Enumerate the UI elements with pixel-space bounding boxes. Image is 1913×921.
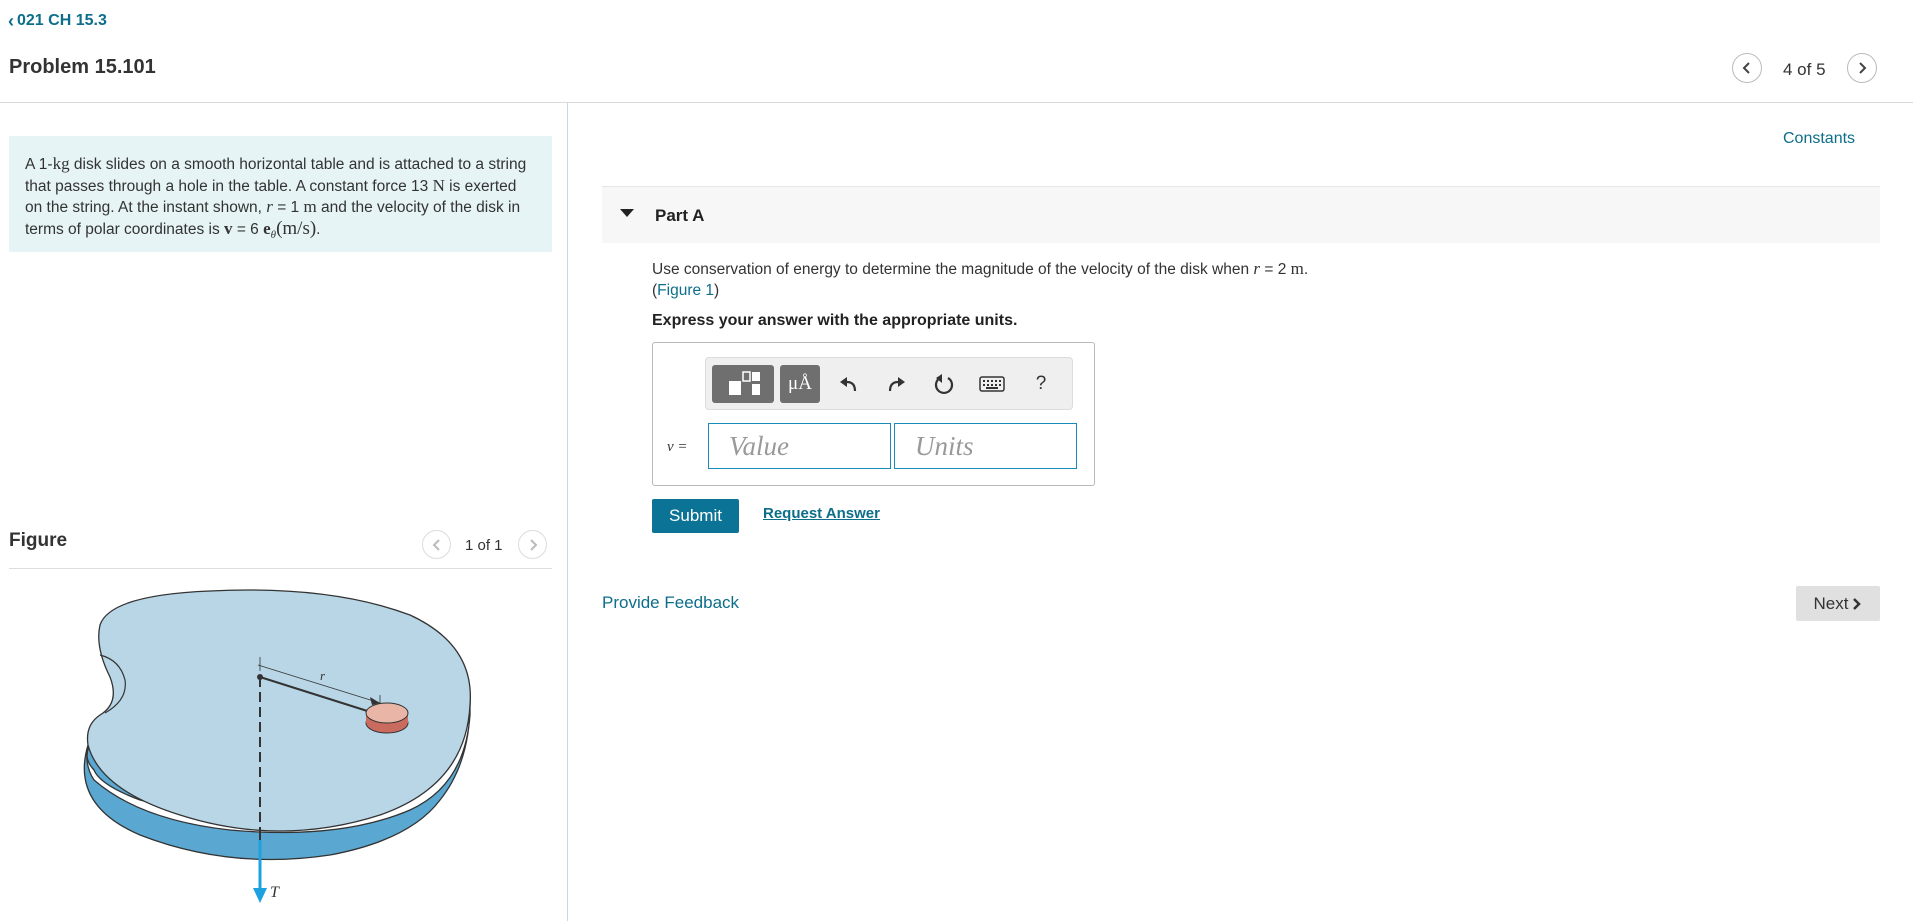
figure-next-button[interactable] (518, 530, 547, 559)
next-problem-button[interactable] (1847, 53, 1877, 83)
collapse-caret-icon (620, 209, 634, 217)
question-text: Use conservation of energy to determine … (652, 261, 1254, 278)
unit-vector-e: e (263, 218, 271, 238)
header-divider (0, 102, 1913, 103)
answer-variable-label: v = (667, 439, 688, 455)
reset-icon (934, 374, 954, 395)
breadcrumb-back-link[interactable]: ‹ 021 CH 15.3 (8, 12, 107, 30)
disk-top (365, 702, 409, 724)
part-a-question: Use conservation of energy to determine … (652, 258, 1308, 301)
keyboard-icon (979, 376, 1005, 392)
chevron-left-icon (432, 538, 440, 551)
disk-on-table-figure: T r (83, 589, 471, 903)
figure-heading: Figure (9, 530, 68, 551)
help-button[interactable]: ? (1028, 371, 1054, 397)
chevron-right-icon (1853, 597, 1862, 610)
chevron-left-icon: ‹ (8, 11, 14, 31)
problem-text: = 6 (232, 220, 264, 238)
next-button[interactable]: Next (1796, 586, 1880, 621)
force-label: T (270, 884, 280, 901)
figure-prev-button[interactable] (422, 530, 451, 559)
question-text: = 2 (1260, 261, 1291, 278)
units-input[interactable] (894, 423, 1077, 469)
variable-v: v (224, 218, 233, 238)
request-answer-link[interactable]: Request Answer (763, 505, 880, 522)
redo-icon (888, 377, 905, 392)
force-arrow-head (253, 888, 267, 903)
question-text: . (1303, 261, 1309, 278)
problem-text: A 1- (25, 156, 53, 173)
answer-instructions: Express your answer with the appropriate… (652, 312, 1018, 329)
units-button[interactable]: μÅ (780, 365, 820, 403)
provide-feedback-link[interactable]: Provide Feedback (602, 593, 739, 613)
undo-button[interactable] (836, 371, 862, 397)
breadcrumb-label: 021 CH 15.3 (17, 12, 107, 29)
problem-text: = 1 (272, 199, 304, 216)
templates-button[interactable] (712, 365, 774, 403)
reset-button[interactable] (931, 371, 957, 397)
length-unit: m (303, 197, 317, 216)
length-unit: m (1290, 259, 1304, 278)
redo-button[interactable] (883, 371, 909, 397)
submit-button[interactable]: Submit (652, 499, 739, 533)
chevron-right-icon (1859, 62, 1867, 74)
column-divider (567, 103, 568, 921)
problem-statement: A 1-kg disk slides on a smooth horizonta… (9, 136, 552, 252)
figure-divider (9, 568, 552, 569)
table-top (86, 589, 471, 832)
problem-pager-count: 4 of 5 (1783, 60, 1826, 79)
undo-icon (840, 377, 857, 392)
chevron-left-icon (1742, 62, 1750, 74)
force-unit: N (432, 175, 445, 195)
value-input[interactable] (708, 423, 891, 469)
page-title: Problem 15.101 (9, 56, 156, 78)
constants-link[interactable]: Constants (1783, 130, 1855, 148)
next-label: Next (1813, 593, 1849, 613)
problem-text: . (316, 220, 321, 238)
keyboard-button[interactable] (978, 371, 1006, 397)
paren-close: ) (714, 282, 720, 299)
mass-unit: kg (52, 154, 70, 173)
chevron-right-icon (529, 538, 537, 551)
previous-problem-button[interactable] (1732, 53, 1762, 83)
part-a-title: Part A (655, 206, 705, 225)
answer-box: μÅ ? v = (652, 342, 1095, 486)
part-a-header[interactable]: Part A (602, 186, 1880, 243)
templates-icon (729, 371, 760, 395)
variable-r: r (266, 197, 273, 216)
figure-count: 1 of 1 (465, 537, 503, 554)
math-toolbar: μÅ ? (705, 357, 1073, 410)
velocity-unit: (m/s) (276, 217, 317, 239)
figure-1-link[interactable]: Figure 1 (657, 282, 714, 299)
